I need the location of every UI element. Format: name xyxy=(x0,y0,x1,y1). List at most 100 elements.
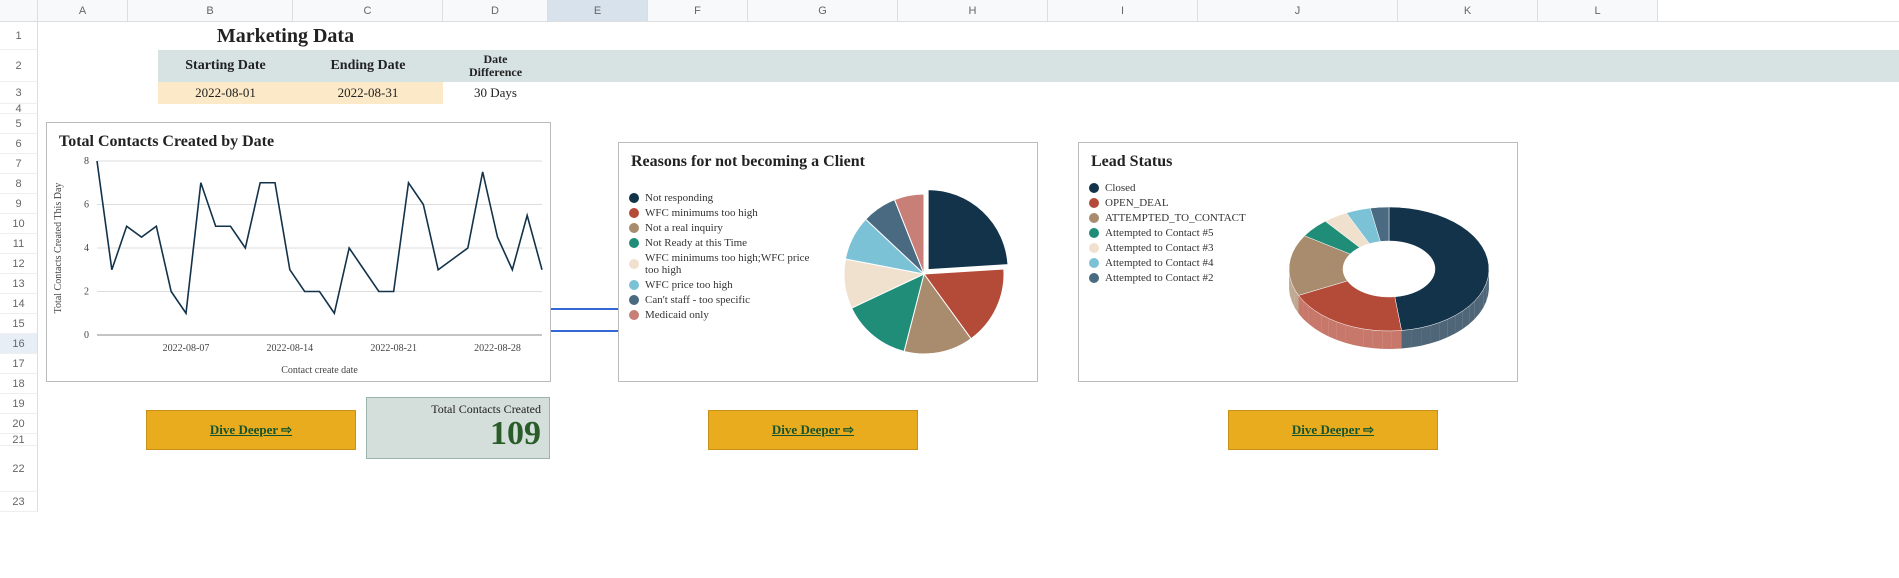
colhead-D[interactable]: D xyxy=(443,0,548,21)
legend-dot-icon xyxy=(1089,243,1099,253)
rowhead-19[interactable]: 19 xyxy=(0,394,38,414)
rowhead-20[interactable]: 20 xyxy=(0,414,38,434)
legend-item: Can't staff - too specific xyxy=(629,294,814,306)
rowhead-5[interactable]: 5 xyxy=(0,114,38,134)
legend-label: Closed xyxy=(1105,182,1136,194)
legend-item: Attempted to Contact #2 xyxy=(1089,272,1274,284)
rowhead-6[interactable]: 6 xyxy=(0,134,38,154)
legend-label: OPEN_DEAL xyxy=(1105,197,1169,209)
dive-button-2[interactable]: Dive Deeper ⇨ xyxy=(708,410,918,450)
colhead-H[interactable]: H xyxy=(898,0,1048,21)
legend-item: WFC minimums too high xyxy=(629,207,814,219)
rowhead-10[interactable]: 10 xyxy=(0,214,38,234)
dive-button-1[interactable]: Dive Deeper ⇨ xyxy=(146,410,356,450)
rowhead-15[interactable]: 15 xyxy=(0,314,38,334)
header-diff-2: Difference xyxy=(469,66,522,79)
legend-item: OPEN_DEAL xyxy=(1089,197,1274,209)
legend-item: WFC price too high xyxy=(629,279,814,291)
legend-label: Attempted to Contact #2 xyxy=(1105,272,1213,284)
chart-pie-svg xyxy=(824,179,1024,369)
chart-donut-legend: Closed OPEN_DEAL ATTEMPTED_TO_CONTACT Attem… xyxy=(1089,179,1274,369)
legend-dot-icon xyxy=(1089,213,1099,223)
legend-dot-icon xyxy=(629,223,639,233)
legend-label: WFC minimums too high xyxy=(645,207,758,219)
colhead-C[interactable]: C xyxy=(293,0,443,21)
rowhead-2[interactable]: 2 xyxy=(0,50,38,82)
rowhead-13[interactable]: 13 xyxy=(0,274,38,294)
corner[interactable] xyxy=(0,0,38,22)
rowhead-9[interactable]: 9 xyxy=(0,194,38,214)
rowhead-21[interactable]: 21 xyxy=(0,434,38,446)
header-end: Ending Date xyxy=(293,50,443,82)
legend-dot-icon xyxy=(1089,258,1099,268)
dive-button-3[interactable]: Dive Deeper ⇨ xyxy=(1228,410,1438,450)
legend-dot-icon xyxy=(629,280,639,290)
legend-dot-icon xyxy=(1089,183,1099,193)
colhead-L[interactable]: L xyxy=(1538,0,1658,21)
rowhead-14[interactable]: 14 xyxy=(0,294,38,314)
legend-label: Not responding xyxy=(645,192,713,204)
page-title: Marketing Data xyxy=(128,22,443,50)
chart-pie-title: Reasons for not becoming a Client xyxy=(619,143,1037,175)
legend-item: Closed xyxy=(1089,182,1274,194)
colhead-F[interactable]: F xyxy=(648,0,748,21)
rowhead-11[interactable]: 11 xyxy=(0,234,38,254)
value-start[interactable]: 2022-08-01 xyxy=(158,82,293,104)
chart-line[interactable]: Total Contacts Created by Date 024682022… xyxy=(46,122,551,382)
legend-label: Can't staff - too specific xyxy=(645,294,750,306)
colhead-B[interactable]: B xyxy=(128,0,293,21)
rowhead-16[interactable]: 16 xyxy=(0,334,38,354)
legend-item: Not Ready at this Time xyxy=(629,237,814,249)
svg-text:6: 6 xyxy=(84,200,89,211)
rowhead-4[interactable]: 4 xyxy=(0,104,38,114)
legend-label: WFC minimums too high;WFC price too high xyxy=(645,252,814,276)
legend-item: Attempted to Contact #5 xyxy=(1089,227,1274,239)
legend-dot-icon xyxy=(629,238,639,248)
legend-item: Not a real inquiry xyxy=(629,222,814,234)
chart-line-svg: 024682022-08-072022-08-142022-08-212022-… xyxy=(47,155,552,379)
rowhead-3[interactable]: 3 xyxy=(0,82,38,104)
colhead-J[interactable]: J xyxy=(1198,0,1398,21)
rowhead-22[interactable]: 22 xyxy=(0,446,38,492)
legend-dot-icon xyxy=(1089,228,1099,238)
value-end[interactable]: 2022-08-31 xyxy=(293,82,443,104)
legend-label: Attempted to Contact #5 xyxy=(1105,227,1213,239)
chart-donut-title: Lead Status xyxy=(1079,143,1517,175)
legend-item: Not responding xyxy=(629,192,814,204)
colhead-G[interactable]: G xyxy=(748,0,898,21)
rowhead-17[interactable]: 17 xyxy=(0,354,38,374)
chart-line-title: Total Contacts Created by Date xyxy=(47,123,550,155)
rowhead-1[interactable]: 1 xyxy=(0,22,38,50)
colhead-E[interactable]: E xyxy=(548,0,648,21)
legend-label: Attempted to Contact #4 xyxy=(1105,257,1213,269)
legend-label: ATTEMPTED_TO_CONTACT xyxy=(1105,212,1246,224)
legend-item: Attempted to Contact #3 xyxy=(1089,242,1274,254)
chart-pie[interactable]: Reasons for not becoming a Client Not re… xyxy=(618,142,1038,382)
svg-text:2022-08-07: 2022-08-07 xyxy=(163,343,210,354)
legend-item: WFC minimums too high;WFC price too high xyxy=(629,252,814,276)
colhead-A[interactable]: A xyxy=(38,0,128,21)
legend-dot-icon xyxy=(629,259,639,269)
legend-item: ATTEMPTED_TO_CONTACT xyxy=(1089,212,1274,224)
legend-dot-icon xyxy=(629,310,639,320)
colhead-K[interactable]: K xyxy=(1398,0,1538,21)
header-diff: Date Difference xyxy=(443,50,548,82)
header-start: Starting Date xyxy=(158,50,293,82)
svg-text:8: 8 xyxy=(84,156,89,167)
rowhead-18[interactable]: 18 xyxy=(0,374,38,394)
legend-dot-icon xyxy=(629,208,639,218)
rowhead-12[interactable]: 12 xyxy=(0,254,38,274)
rowhead-8[interactable]: 8 xyxy=(0,174,38,194)
legend-label: WFC price too high xyxy=(645,279,733,291)
legend-label: Medicaid only xyxy=(645,309,709,321)
svg-text:2022-08-21: 2022-08-21 xyxy=(370,343,417,354)
colhead-I[interactable]: I xyxy=(1048,0,1198,21)
legend-dot-icon xyxy=(629,295,639,305)
chart-donut[interactable]: Lead Status Closed OPEN_DEAL ATTEMPTED_TO_… xyxy=(1078,142,1518,382)
legend-item: Medicaid only xyxy=(629,309,814,321)
svg-text:2: 2 xyxy=(84,287,89,298)
legend-label: Attempted to Contact #3 xyxy=(1105,242,1213,254)
rowhead-7[interactable]: 7 xyxy=(0,154,38,174)
rowhead-23[interactable]: 23 xyxy=(0,492,38,512)
svg-text:0: 0 xyxy=(84,330,89,341)
